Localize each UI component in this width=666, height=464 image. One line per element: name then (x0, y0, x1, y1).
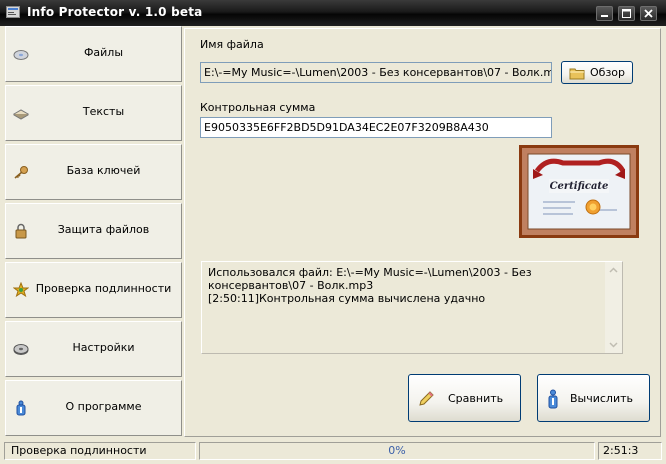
settings-disk-icon (13, 344, 29, 355)
sidebar-item-label: Файлы (83, 46, 124, 59)
status-bar: Проверка подлинности 0% 2:51:3 (0, 440, 666, 464)
certificate-text: Certificate (550, 181, 609, 192)
sidebar-item-label: О программе (65, 400, 142, 413)
maximize-button[interactable] (618, 6, 635, 21)
filename-label: Имя файла (200, 38, 264, 51)
close-button[interactable] (640, 6, 657, 21)
app-window: Info Protector v. 1.0 beta Файлы Тексты … (0, 0, 666, 464)
maximize-icon (622, 9, 631, 18)
log-text: Использовался файл: E:\-=My Music=-\Lume… (208, 266, 606, 305)
title-bar[interactable]: Info Protector v. 1.0 beta (0, 0, 666, 26)
status-time: 2:51:3 (598, 442, 662, 460)
status-mode: Проверка подлинности (4, 442, 196, 460)
scroll-up-icon[interactable] (605, 262, 622, 279)
sidebar-item-texts[interactable]: Тексты (5, 85, 182, 141)
sidebar-item-file-protection[interactable]: Защита файлов (5, 203, 182, 259)
authenticity-icon (13, 282, 29, 298)
progress-text: 0% (388, 444, 406, 457)
app-icon (6, 6, 20, 18)
sidebar-item-authenticity[interactable]: Проверка подлинности (5, 262, 182, 318)
log-line: [2:50:11]Контрольная сумма вычислена уда… (208, 292, 486, 305)
minimize-icon (601, 15, 608, 17)
lock-icon (15, 223, 27, 239)
browse-button[interactable]: Обзор (561, 61, 633, 84)
log-line: Использовался файл: E:\-=My Music=-\Lume… (208, 266, 532, 292)
compare-button[interactable]: Сравнить (408, 374, 521, 422)
sidebar-item-label: Проверка подлинности (35, 282, 172, 295)
sidebar-item-about[interactable]: О программе (5, 380, 182, 436)
compute-button[interactable]: Вычислить (537, 374, 650, 422)
compute-button-label: Вычислить (570, 392, 633, 405)
minimize-button[interactable] (596, 6, 613, 21)
scroll-down-icon[interactable] (605, 336, 622, 353)
checksum-label: Контрольная сумма (200, 101, 316, 114)
progress-bar: 0% (199, 442, 595, 460)
sidebar-item-label: Защита файлов (57, 223, 150, 236)
checksum-field[interactable]: E9050335E6FF2BD5D91DA34EC2E07F3209B8A430 (200, 117, 552, 138)
document-icon (13, 109, 29, 120)
browse-button-label: Обзор (590, 66, 626, 79)
sidebar-item-files[interactable]: Файлы (5, 26, 182, 82)
info-icon (16, 400, 26, 416)
sidebar-item-label: База ключей (66, 164, 141, 177)
sidebar-item-keys[interactable]: База ключей (5, 144, 182, 200)
info-icon (548, 389, 558, 409)
compare-button-label: Сравнить (448, 392, 504, 405)
key-icon (14, 166, 28, 179)
close-icon (644, 9, 653, 18)
sidebar-item-label: Тексты (82, 105, 125, 118)
certificate-image: Certificate (519, 145, 639, 238)
main-panel: Имя файла E:\-=My Music=-\Lumen\2003 - Б… (184, 28, 661, 437)
pencil-icon (419, 391, 434, 406)
disk-icon (13, 50, 29, 60)
window-title: Info Protector v. 1.0 beta (27, 5, 203, 19)
log-box[interactable]: Использовался файл: E:\-=My Music=-\Lume… (201, 261, 623, 354)
sidebar-item-label: Настройки (72, 341, 135, 354)
sidebar-item-settings[interactable]: Настройки (5, 321, 182, 377)
folder-icon (569, 68, 585, 80)
log-scrollbar[interactable] (605, 262, 622, 353)
filename-field[interactable]: E:\-=My Music=-\Lumen\2003 - Без консерв… (200, 62, 552, 83)
